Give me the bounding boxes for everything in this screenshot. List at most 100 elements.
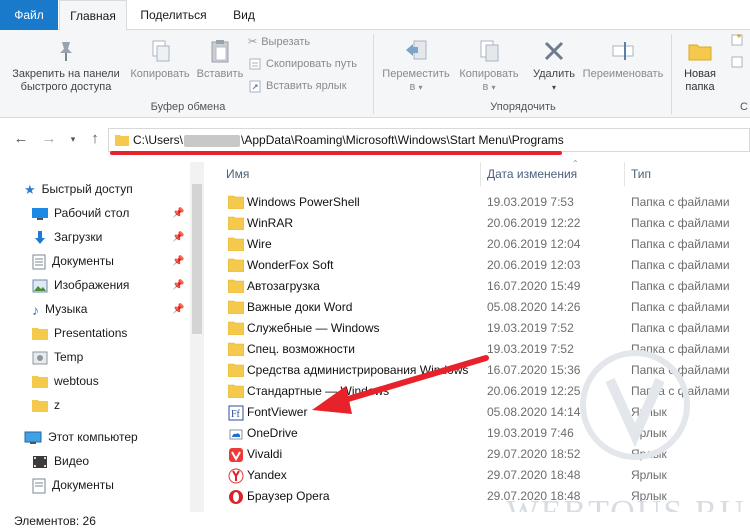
copy-icon (152, 40, 170, 62)
paste-button[interactable]: Вставить (193, 38, 247, 81)
temp-icon (32, 351, 48, 365)
table-row[interactable]: Спец. возможности 19.03.2019 7:52 Папка с … (214, 339, 750, 360)
file-type: Папка с файлами (631, 300, 730, 314)
tab-view[interactable]: Вид (222, 0, 266, 30)
up-arrow-icon[interactable]: ↑ (84, 130, 106, 147)
copy-to-button[interactable]: Копировать в ▾ (453, 38, 525, 94)
pin-icon[interactable]: 📌 (172, 232, 184, 243)
copy-path-button[interactable]: Скопировать путь (248, 55, 357, 73)
file-name: Средства администрирования Windows (247, 363, 469, 377)
cut-button[interactable]: ✂ Вырезать (248, 33, 310, 51)
file-type: Папка с файлами (631, 321, 730, 335)
table-row[interactable]: Vivaldi 29.07.2020 18:52 Ярлык (214, 444, 750, 465)
pin-icon[interactable]: 📌 (172, 208, 184, 219)
table-row[interactable]: Ff FontViewer 05.08.2020 14:14 Ярлык (214, 402, 750, 423)
nav-item-documents[interactable]: Документы (32, 250, 114, 272)
table-row[interactable]: Стандартные — Windows 20.06.2019 12:25 Пап… (214, 381, 750, 402)
file-date: 16.07.2020 15:49 (487, 279, 581, 293)
column-header-type[interactable]: Тип (631, 162, 651, 186)
move-to-icon (406, 40, 427, 60)
move-to-button[interactable]: Переместить в ▾ (378, 38, 454, 94)
column-divider[interactable] (480, 162, 481, 186)
table-row[interactable]: Wire 20.06.2019 12:04 Папка с файлами (214, 234, 750, 255)
column-divider[interactable] (624, 162, 625, 186)
navigation-scrollbar[interactable] (190, 162, 204, 512)
nav-item-label: z (54, 398, 60, 412)
copy-path-label: Скопировать путь (266, 58, 357, 70)
pin-label-line2: быстрого доступа (20, 81, 112, 93)
file-name: Спец. возможности (247, 342, 355, 356)
pin-icon[interactable]: 📌 (172, 304, 184, 315)
file-type: Папка с файлами (631, 258, 730, 272)
file-date: 05.08.2020 14:14 (487, 405, 581, 419)
tab-home[interactable]: Главная (59, 0, 127, 31)
copy-button[interactable]: Копировать (126, 38, 194, 81)
nav-item-video[interactable]: Видео (32, 450, 89, 472)
table-row[interactable]: WinRAR 20.06.2019 12:22 Папка с файлами (214, 213, 750, 234)
file-date: 20.06.2019 12:22 (487, 216, 581, 230)
file-name: Windows PowerShell (247, 195, 360, 209)
pictures-icon (32, 279, 48, 293)
file-date: 20.06.2019 12:25 (487, 384, 581, 398)
annotation-underline (110, 151, 562, 155)
paste-shortcut-button[interactable]: Вставить ярлык (248, 77, 347, 95)
download-icon (35, 230, 45, 244)
new-group-label-fragment: С (740, 101, 748, 113)
scissors-icon: ✂ (248, 36, 258, 49)
new-folder-icon (688, 44, 712, 61)
rename-icon (612, 42, 634, 60)
nav-quick-access[interactable]: ★ Быстрый доступ (24, 178, 133, 200)
file-type: Ярлык (631, 405, 667, 419)
recent-locations-chevron-icon[interactable]: ▾ (62, 134, 84, 145)
ribbon: Закрепить на панели быстрого доступа Коп… (0, 30, 750, 118)
nav-item-presentations[interactable]: Presentations (32, 322, 127, 344)
documents-icon (32, 478, 46, 494)
file-date: 16.07.2020 15:36 (487, 363, 581, 377)
nav-item-temp[interactable]: Temp (32, 346, 83, 368)
file-type: Ярлык (631, 447, 667, 461)
status-bar: Элементов: 26 (0, 512, 750, 531)
pin-icon[interactable]: 📌 (172, 256, 184, 267)
nav-item-label: Presentations (54, 326, 128, 340)
table-row[interactable]: OneDrive 19.03.2019 7:46 Ярлык (214, 423, 750, 444)
scrollbar-thumb[interactable] (192, 184, 202, 334)
navigation-pane: ★ Быстрый доступ Рабочий стол 📌 Загрузки … (0, 162, 210, 512)
nav-item-downloads[interactable]: Загрузки (32, 226, 102, 248)
pin-to-quick-access-button[interactable]: Закрепить на панели быстрого доступа (6, 38, 126, 94)
back-arrow-icon[interactable]: ← (10, 130, 32, 147)
nav-item-pc-documents[interactable]: Документы (32, 474, 114, 496)
tab-file[interactable]: Файл (0, 0, 58, 30)
folder-icon (115, 135, 129, 146)
pin-icon[interactable]: 📌 (172, 280, 184, 291)
table-row[interactable]: Служебные — Windows 19.03.2019 7:52 Папка … (214, 318, 750, 339)
table-row[interactable]: Важные доки Word 05.08.2020 14:26 Папка с … (214, 297, 750, 318)
nav-item-z[interactable]: z (32, 394, 60, 416)
file-name: WinRAR (247, 216, 294, 230)
table-row[interactable]: WonderFox Soft 20.06.2019 12:03 Папка с фа… (214, 255, 750, 276)
new-folder-button[interactable]: Новая папка (676, 38, 724, 94)
column-header-date[interactable]: Дата изменения (487, 162, 577, 186)
new-item-icon[interactable] (730, 33, 744, 51)
table-row[interactable]: Yandex 29.07.2020 18:48 Ярлык (214, 465, 750, 486)
delete-button[interactable]: Удалить ▾ (528, 38, 580, 94)
table-row[interactable]: Windows PowerShell 19.03.2019 7:53 Папка с… (214, 192, 750, 213)
file-list: Имя ⌃ Дата изменения Тип Windows PowerSh… (214, 159, 750, 512)
nav-item-music[interactable]: ♪ Музыка (32, 298, 87, 320)
tab-share[interactable]: Поделиться (131, 0, 216, 30)
nav-item-label: webtous (54, 374, 99, 388)
easy-access-icon[interactable] (730, 55, 744, 73)
rename-button[interactable]: Переименовать (578, 38, 668, 81)
column-header-name[interactable]: Имя (226, 162, 249, 186)
ribbon-tabs: Файл Главная Поделиться Вид (0, 0, 750, 31)
table-row[interactable]: Средства администрирования Windows 16.07.… (214, 360, 750, 381)
file-date: 19.03.2019 7:53 (487, 195, 574, 209)
forward-arrow-icon[interactable]: → (38, 130, 60, 147)
nav-item-pictures[interactable]: Изображения (32, 274, 129, 296)
table-row[interactable]: Автозагрузка 16.07.2020 15:49 Папка с файл… (214, 276, 750, 297)
address-bar[interactable]: C:\Users\ \AppData\Roaming\Microsoft\Wind… (108, 128, 750, 152)
nav-item-label: Документы (52, 254, 114, 268)
nav-this-pc[interactable]: Этот компьютер (24, 426, 138, 448)
nav-item-desktop[interactable]: Рабочий стол (32, 202, 129, 224)
file-name: Служебные — Windows (247, 321, 380, 335)
nav-item-webtous[interactable]: webtous (32, 370, 99, 392)
